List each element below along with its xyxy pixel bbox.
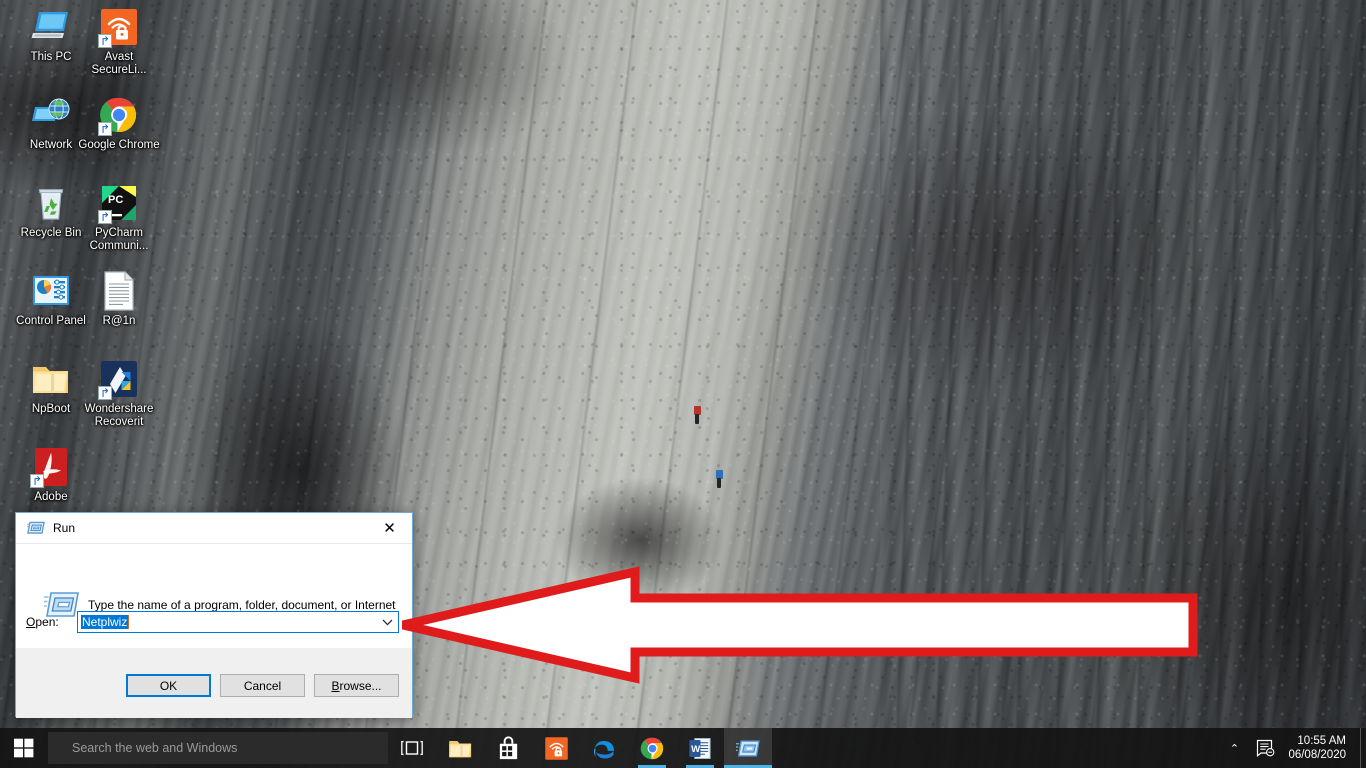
run-command-value: Netplwiz [81, 615, 129, 629]
clock-date: 06/08/2020 [1288, 749, 1346, 761]
desktop-icon-label: This PC [30, 51, 72, 63]
chrome-icon [639, 735, 665, 761]
open-label-rest: pen: [35, 615, 59, 629]
ok-button[interactable]: OK [126, 674, 211, 697]
clock[interactable]: 10:55 AM 06/08/2020 [1282, 734, 1360, 762]
climber-red-body [695, 414, 699, 424]
network-globe-icon [30, 94, 72, 136]
folder-icon [30, 358, 72, 400]
desktop-icon-pycharm-community[interactable]: PC PyCharm Communi... [76, 182, 162, 253]
shortcut-overlay-icon [98, 210, 112, 224]
avast-vpn-icon [98, 6, 140, 48]
search-input[interactable]: Search the web and Windows [48, 732, 388, 764]
monitor-icon [30, 6, 72, 48]
start-button[interactable] [0, 728, 48, 768]
taskbar-edge[interactable] [580, 728, 628, 768]
desktop-icon-label: R@1n [102, 315, 136, 327]
chevron-down-icon[interactable] [376, 612, 398, 632]
control-panel-icon [30, 270, 72, 312]
taskbar-chrome[interactable] [628, 728, 676, 768]
shortcut-overlay-icon [30, 474, 44, 488]
open-field-label: Open: [26, 615, 59, 629]
browse-button[interactable]: Browse... [314, 674, 399, 697]
chrome-icon [98, 94, 140, 136]
search-placeholder: Search the web and Windows [72, 741, 238, 755]
desktop-icon-label: PyCharm Communi... [89, 227, 149, 252]
wondershare-icon [98, 358, 140, 400]
open-accel: O [26, 615, 36, 629]
desktop[interactable]: This PC Avast SecureLi... Network Google… [0, 0, 1366, 768]
taskbar-buttons[interactable]: W [436, 728, 772, 768]
clock-time: 10:55 AM [1297, 735, 1346, 747]
pycharm-icon: PC [98, 182, 140, 224]
svg-text:PC: PC [108, 194, 123, 206]
desktop-icon-google-chrome[interactable]: Google Chrome [76, 94, 162, 152]
browse-button-label: Browse... [331, 678, 382, 693]
cancel-button-label: Cancel [243, 678, 282, 693]
folder-icon [447, 735, 473, 761]
show-hidden-icons-chevron[interactable]: ⌃ [1220, 742, 1248, 755]
desktop-icon-label: Recycle Bin [20, 227, 82, 239]
climber-blue-body [717, 478, 721, 488]
desktop-icon-wondershare-recoverit[interactable]: Wondershare Recoverit [76, 358, 162, 429]
taskbar[interactable]: Search the web and Windows W ⌃ 10:55 AM … [0, 728, 1366, 768]
desktop-icon-r-at-1n[interactable]: R@1n [76, 270, 162, 328]
cancel-button[interactable]: Cancel [220, 674, 305, 697]
run-dialog-titlebar[interactable]: Run ✕ [16, 513, 412, 544]
word-icon: W [687, 735, 713, 761]
run-dialog-title: Run [53, 521, 76, 535]
system-tray[interactable]: ⌃ 10:55 AM 06/08/2020 [1220, 728, 1366, 768]
adobe-acrobat-icon [30, 446, 72, 488]
taskbar-run[interactable] [724, 728, 772, 768]
taskbar-avast[interactable] [532, 728, 580, 768]
shortcut-overlay-icon [98, 34, 112, 48]
red-arrow-pointer [398, 565, 1198, 685]
desktop-icon-label: NpBoot [31, 403, 71, 415]
run-window-icon [735, 735, 761, 761]
taskbar-word[interactable]: W [676, 728, 724, 768]
desktop-icon-label: Adobe [34, 491, 68, 503]
action-center-icon[interactable] [1248, 739, 1282, 757]
desktop-icon-label: Avast SecureLi... [91, 51, 147, 76]
shortcut-overlay-icon [98, 386, 112, 400]
text-caret [128, 615, 130, 629]
task-view-button[interactable] [388, 728, 436, 768]
show-desktop-button[interactable] [1360, 728, 1366, 768]
close-icon[interactable]: ✕ [367, 513, 412, 543]
desktop-icon-label: Network [29, 139, 73, 151]
desktop-icon-label: Wondershare Recoverit [84, 403, 154, 428]
desktop-icon-avast-secureline[interactable]: Avast SecureLi... [76, 6, 162, 77]
run-command-input[interactable]: Netplwiz [77, 611, 399, 633]
desktop-icon-label: Google Chrome [78, 139, 160, 151]
desktop-icon-adobe[interactable]: Adobe [8, 446, 94, 504]
taskbar-store[interactable] [484, 728, 532, 768]
recycle-bin-icon [30, 182, 72, 224]
text-document-icon [98, 270, 140, 312]
avast-vpn-icon [543, 735, 569, 761]
taskbar-file-explorer[interactable] [436, 728, 484, 768]
edge-icon [591, 735, 617, 761]
store-bag-icon [495, 735, 521, 761]
shortcut-overlay-icon [98, 122, 112, 136]
run-window-icon [27, 520, 45, 536]
ok-button-label: OK [159, 678, 178, 693]
svg-text:W: W [691, 743, 701, 754]
